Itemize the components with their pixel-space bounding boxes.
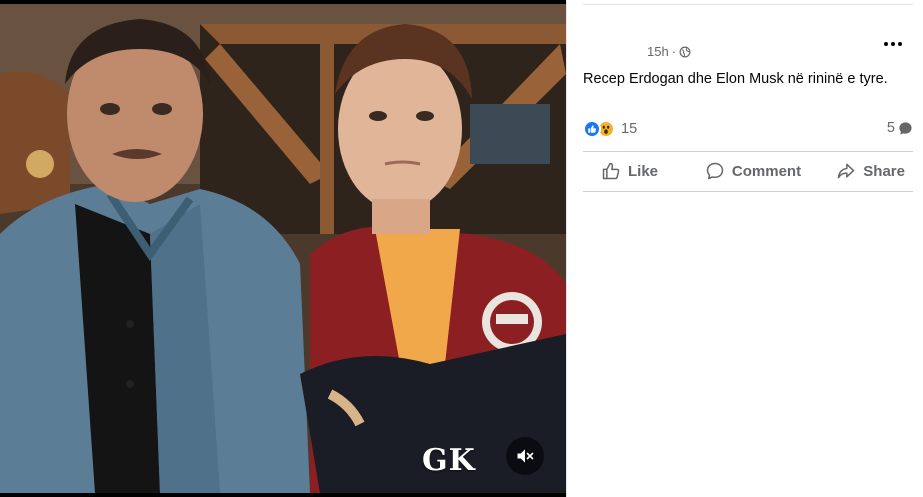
post-photo[interactable]: [0, 4, 566, 493]
top-divider: [583, 4, 913, 5]
comments-count-text: 5: [886, 120, 895, 136]
thumbs-up-icon: [602, 162, 620, 180]
comment-bubble-icon: [899, 121, 912, 135]
like-reaction-icon: [583, 120, 601, 138]
comment-label: Comment: [731, 162, 802, 180]
watermark-logo: GK: [422, 443, 476, 478]
post-actions: Like Comment Share: [583, 153, 913, 189]
more-dot: [891, 42, 895, 46]
share-arrow-icon: [838, 163, 855, 179]
post-header: 15h ·: [583, 40, 913, 64]
timestamp-separator: ·: [671, 44, 677, 59]
media-viewer[interactable]: GK: [0, 0, 566, 497]
globe-icon: [679, 46, 691, 57]
more-options-icon: [884, 42, 888, 46]
post-caption: Recep Erdogan dhe Elon Musk në rininë e …: [583, 71, 888, 87]
share-label: Share: [863, 162, 905, 180]
post-details-panel: 15h · Recep Erdogan dhe Elon Musk në rin…: [566, 0, 923, 497]
comment-button[interactable]: Comment: [702, 153, 803, 189]
like-label: Like: [628, 162, 659, 180]
more-dot: [898, 42, 902, 46]
speaker-muted-icon: [517, 449, 534, 463]
reactions-summary: 15 5: [583, 120, 913, 142]
share-button[interactable]: Share: [804, 153, 913, 189]
mute-button[interactable]: [506, 437, 544, 475]
reactions-button[interactable]: 15: [583, 120, 637, 138]
like-button[interactable]: Like: [583, 153, 702, 189]
reaction-count[interactable]: 15: [621, 121, 637, 137]
comment-icon: [706, 162, 724, 180]
timestamp-text[interactable]: 15h: [647, 44, 669, 59]
divider: [583, 151, 913, 152]
divider: [583, 191, 913, 192]
more-options-button[interactable]: [875, 32, 911, 56]
post-timestamp[interactable]: 15h ·: [647, 44, 691, 59]
photo-illustration: [0, 4, 566, 493]
comments-count[interactable]: 5: [887, 120, 913, 136]
